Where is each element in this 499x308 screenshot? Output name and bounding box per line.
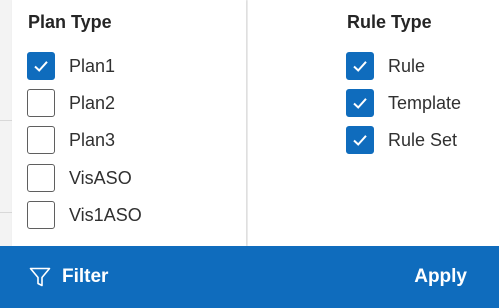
plan-type-heading: Plan Type [28,12,112,32]
rule-type-panel: Rule Type Rule Template Rule Set [248,0,499,246]
checkbox[interactable] [346,89,374,117]
checkbox[interactable] [27,52,55,80]
plan-type-option-vis1aso[interactable]: Vis1ASO [27,200,142,230]
checkmark-icon [353,135,367,146]
option-label: Plan1 [69,55,116,76]
option-label: Plan3 [69,129,116,150]
rule-type-option-rule-set[interactable]: Rule Set [346,125,457,155]
plan-type-option-plan3[interactable]: Plan3 [27,125,115,155]
checkbox[interactable] [27,164,55,192]
checkmark-icon [353,98,367,109]
plan-type-panel: Plan Type Plan1 Plan2 Plan3 VisASO Vis1A… [12,0,246,246]
apply-button[interactable]: Apply [414,263,467,291]
option-label: Plan2 [69,92,116,113]
checkbox[interactable] [27,89,55,117]
checkbox[interactable] [346,52,374,80]
rule-type-option-rule[interactable]: Rule [346,51,425,81]
option-label: Rule [388,55,426,76]
filter-action-bar: Filter Apply [0,246,499,308]
background-divider [0,120,12,121]
checkbox[interactable] [27,126,55,154]
option-label: Template [388,92,462,113]
background-divider [0,212,12,213]
filter-label: Filter [62,266,109,287]
plan-type-option-visaso[interactable]: VisASO [27,163,132,193]
funnel-icon [29,267,51,287]
filter-button[interactable]: Filter [28,263,108,291]
checkmark-icon [353,61,367,72]
option-label: VisASO [69,167,132,188]
rule-type-option-template[interactable]: Template [346,88,461,118]
checkmark-icon [34,61,48,72]
plan-type-option-plan1[interactable]: Plan1 [27,51,115,81]
option-label: Rule Set [388,129,458,150]
plan-type-option-plan2[interactable]: Plan2 [27,88,115,118]
checkbox[interactable] [27,201,55,229]
option-label: Vis1ASO [69,204,142,225]
rule-type-heading: Rule Type [347,12,432,32]
checkbox[interactable] [346,126,374,154]
